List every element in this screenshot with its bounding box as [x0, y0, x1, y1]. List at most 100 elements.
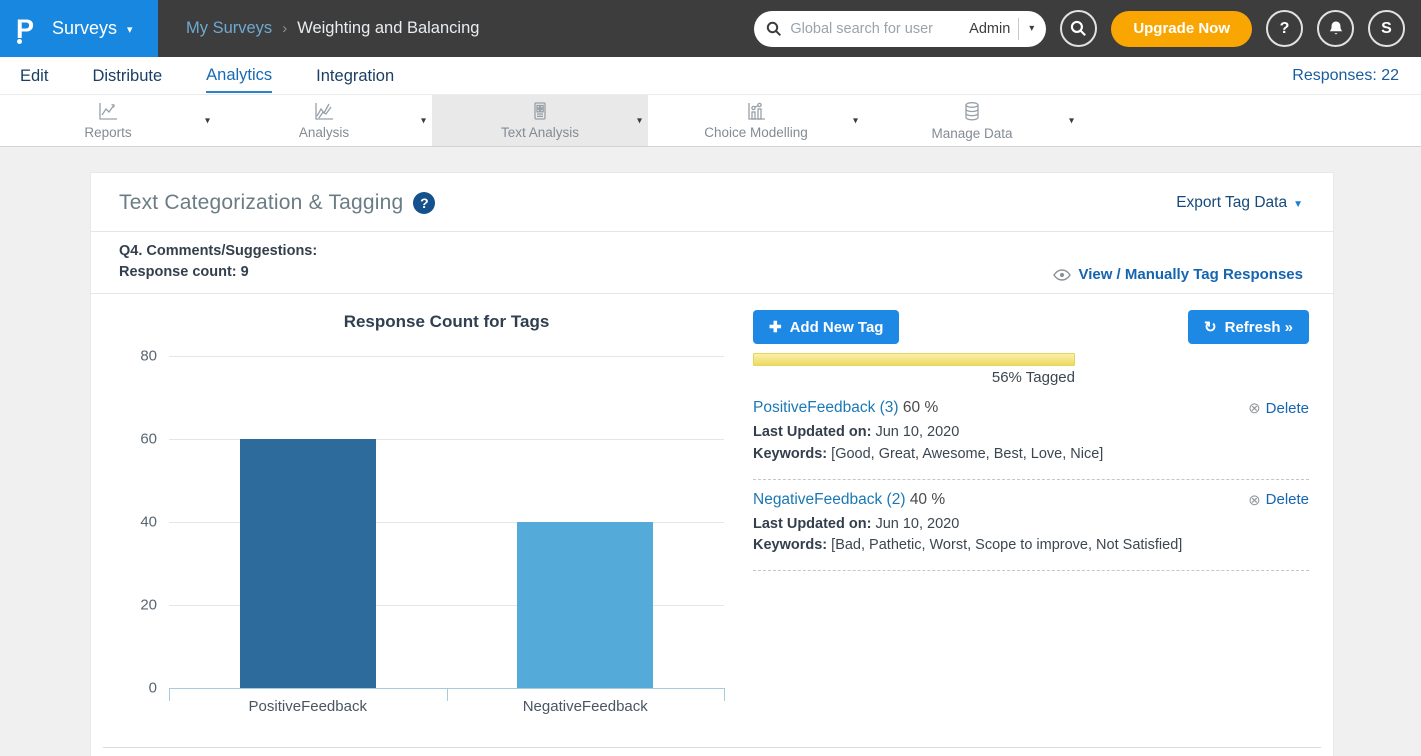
circle-x-icon: ⊗ — [1248, 491, 1261, 509]
bell-icon — [1328, 20, 1344, 37]
y-axis-tick-label: 80 — [111, 348, 157, 365]
divider — [1018, 18, 1019, 40]
product-name: Surveys — [52, 18, 117, 39]
notifications-button[interactable] — [1317, 10, 1354, 47]
breadcrumb: My Surveys › Weighting and Balancing — [186, 19, 479, 38]
chevron-down-icon[interactable]: ▾ — [1069, 115, 1074, 126]
tag-name-link[interactable]: NegativeFeedback (2) — [753, 491, 906, 508]
x-axis-label: NegativeFeedback — [447, 698, 725, 715]
view-manually-tag-link[interactable]: View / Manually Tag Responses — [1053, 266, 1303, 283]
subnav-label: Reports — [84, 125, 131, 140]
help-icon[interactable]: ? — [413, 192, 435, 214]
tab-distribute[interactable]: Distribute — [92, 60, 162, 92]
plus-icon: ✚ — [769, 318, 782, 336]
y-axis-tick-label: 0 — [111, 680, 157, 697]
avatar[interactable]: S — [1368, 10, 1405, 47]
gridline — [169, 356, 724, 357]
global-search-input[interactable] — [790, 21, 961, 37]
subnav-item-text-analysis[interactable]: Text Analysis ▾ — [432, 95, 648, 146]
tag-row-positivefeedback: PositiveFeedback (3) 60 % Last Updated o… — [753, 399, 1309, 480]
help-button[interactable]: ? — [1266, 10, 1303, 47]
search-scope-label[interactable]: Admin — [969, 21, 1010, 37]
y-axis-tick-label: 60 — [111, 431, 157, 448]
keywords-label: Keywords: — [753, 446, 827, 462]
chevron-down-icon[interactable]: ▾ — [1027, 23, 1036, 34]
choice-modelling-icon — [745, 101, 767, 122]
y-axis-tick-label: 20 — [111, 597, 157, 614]
breadcrumb-separator-icon: › — [282, 20, 287, 37]
tab-analytics[interactable]: Analytics — [206, 59, 272, 93]
delete-tag-button[interactable]: ⊗ Delete — [1248, 491, 1309, 509]
tag-panel: ✚ Add New Tag ↻ Refresh » 56% Tagged Pos… — [753, 300, 1309, 725]
subnav-item-choice-modelling[interactable]: Choice Modelling ▾ — [648, 95, 864, 146]
export-tag-data-dropdown[interactable]: Export Tag Data ▼ — [1176, 194, 1303, 212]
updated-label: Last Updated on: — [753, 516, 871, 532]
text-analysis-icon — [529, 101, 551, 122]
chart-title: Response Count for Tags — [169, 312, 724, 332]
x-axis-label: PositiveFeedback — [169, 698, 447, 715]
circle-x-icon: ⊗ — [1248, 399, 1261, 417]
upgrade-now-button[interactable]: Upgrade Now — [1111, 11, 1252, 47]
x-axis-tick — [447, 688, 448, 701]
subnav-item-reports[interactable]: Reports ▾ — [0, 95, 216, 146]
text-tagging-card: Text Categorization & Tagging ? Export T… — [90, 172, 1334, 756]
chevron-down-icon[interactable]: ▾ — [205, 115, 210, 126]
tagged-percent-label: 56% Tagged — [753, 369, 1075, 386]
divider — [103, 747, 1321, 748]
subnav-label: Text Analysis — [501, 125, 579, 140]
tag-percent: 40 % — [910, 491, 945, 508]
tagged-progress-fill — [754, 354, 1074, 365]
keywords-value: [Good, Great, Awesome, Best, Love, Nice] — [831, 446, 1103, 462]
keywords-value: [Bad, Pathetic, Worst, Scope to improve,… — [831, 537, 1182, 553]
response-count: Response count: 9 — [119, 262, 317, 283]
question-label: Q4. Comments/Suggestions: — [119, 241, 317, 262]
add-new-tag-button[interactable]: ✚ Add New Tag — [753, 310, 899, 344]
refresh-button[interactable]: ↻ Refresh » — [1188, 310, 1309, 344]
updated-value: Jun 10, 2020 — [875, 424, 959, 440]
analytics-subnav: Reports ▾ Analysis ▾ Text Analysis ▾ Cho… — [0, 95, 1421, 147]
tab-edit[interactable]: Edit — [20, 60, 48, 92]
eye-icon — [1053, 269, 1071, 281]
updated-value: Jun 10, 2020 — [875, 516, 959, 532]
product-switcher[interactable]: P Surveys ▾ — [0, 0, 158, 57]
refresh-icon: ↻ — [1204, 318, 1217, 336]
breadcrumb-current: Weighting and Balancing — [297, 19, 479, 38]
subnav-label: Manage Data — [931, 126, 1012, 141]
survey-nav: Edit Distribute Analytics Integration Re… — [0, 57, 1421, 95]
database-icon — [961, 101, 983, 123]
updated-label: Last Updated on: — [753, 424, 871, 440]
chevron-down-icon[interactable]: ▾ — [421, 115, 426, 126]
x-axis-tick — [724, 688, 725, 701]
subnav-item-analysis[interactable]: Analysis ▾ — [216, 95, 432, 146]
y-axis-tick-label: 40 — [111, 514, 157, 531]
chevron-down-icon[interactable]: ▾ — [127, 23, 133, 36]
tab-integration[interactable]: Integration — [316, 60, 394, 92]
subnav-label: Choice Modelling — [704, 125, 808, 140]
bar-chart: Response Count for Tags 0 20 40 60 80 Positiv… — [111, 300, 739, 725]
subnav-label: Analysis — [299, 125, 349, 140]
chevron-down-icon[interactable]: ▾ — [853, 115, 858, 126]
search-icon — [766, 21, 782, 37]
chevron-down-icon: ▼ — [1293, 199, 1303, 210]
keywords-label: Keywords: — [753, 537, 827, 553]
breadcrumb-my-surveys[interactable]: My Surveys — [186, 19, 272, 38]
search-button[interactable] — [1060, 10, 1097, 47]
x-axis-tick — [169, 688, 170, 701]
reports-chart-icon — [97, 101, 119, 122]
tag-percent: 60 % — [903, 399, 938, 416]
tagged-progress-bar — [753, 353, 1075, 366]
tag-name-link[interactable]: PositiveFeedback (3) — [753, 399, 899, 416]
chevron-down-icon[interactable]: ▾ — [637, 115, 642, 126]
bar-positivefeedback[interactable] — [240, 439, 376, 688]
tag-row-negativefeedback: NegativeFeedback (2) 40 % Last Updated o… — [753, 491, 1309, 572]
brand-logo-icon: P — [16, 12, 42, 46]
delete-tag-button[interactable]: ⊗ Delete — [1248, 399, 1309, 417]
subnav-item-manage-data[interactable]: Manage Data ▾ — [864, 95, 1080, 146]
responses-count[interactable]: Responses: 22 — [1292, 67, 1399, 85]
analysis-chart-icon — [313, 101, 335, 122]
global-search[interactable]: Admin ▾ — [754, 11, 1046, 47]
question-mark-icon: ? — [1280, 20, 1290, 38]
bar-negativefeedback[interactable] — [517, 522, 653, 688]
page-title: Text Categorization & Tagging — [119, 191, 403, 215]
avatar-initial: S — [1381, 20, 1392, 38]
